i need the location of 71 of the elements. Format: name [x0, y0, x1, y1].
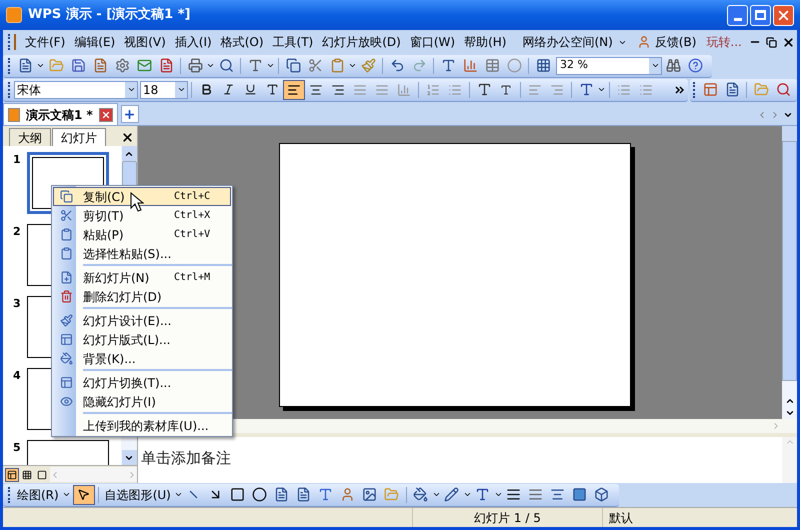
zoom-field[interactable]: 32 %: [556, 56, 662, 74]
menu-item[interactable]: 网络办公空间(N): [518, 33, 617, 51]
notes-scrollbar[interactable]: [782, 437, 797, 483]
mouse-cursor-icon: [130, 192, 144, 212]
menu-item[interactable]: 编辑(E): [70, 33, 120, 51]
menu-item[interactable]: 工具(T): [268, 33, 318, 51]
context-menu-item[interactable]: 隐藏幻灯片(I): [53, 392, 231, 411]
menu-item[interactable]: 格式(O): [216, 33, 268, 51]
panel-tab[interactable]: 大纲: [9, 128, 51, 146]
menu-item[interactable]: 反馈(B): [652, 33, 700, 51]
plus-icon: [123, 108, 136, 120]
previous-slide-icon[interactable]: [784, 396, 794, 406]
draw-menu[interactable]: 绘图(R): [14, 486, 62, 504]
menu-item[interactable]: 幻灯片放映(D): [318, 33, 405, 51]
hidden-slide-icon: [60, 395, 72, 408]
panel-tab[interactable]: 幻灯片: [52, 128, 106, 146]
close-tab-icon[interactable]: [98, 108, 113, 122]
maximize-button[interactable]: [750, 4, 771, 26]
context-menu-item[interactable]: 剪切(T) Ctrl+X: [53, 206, 231, 225]
menu-item[interactable]: 窗口(W): [406, 33, 460, 51]
select-pointer-icon[interactable]: [72, 484, 95, 504]
close-icon[interactable]: [121, 131, 134, 144]
notes-field[interactable]: 单击添加备注: [141, 449, 231, 467]
context-menu-item[interactable]: 删除幻灯片(D): [53, 287, 231, 306]
menu-item[interactable]: 插入(I): [170, 33, 216, 51]
delete-slide-icon: [60, 290, 72, 303]
close-document-icon[interactable]: [782, 36, 795, 48]
slide-number: 2: [12, 224, 22, 240]
context-menu-item[interactable]: 上传到我的素材库(U)...: [53, 416, 231, 435]
font-size-field[interactable]: 18: [140, 80, 188, 98]
context-menu-item[interactable]: 新幻灯片(N) Ctrl+M: [53, 268, 231, 287]
app-logo-icon: [6, 7, 22, 23]
context-menu-item[interactable]: 幻灯片设计(E)...: [53, 311, 231, 330]
align-left-icon[interactable]: [283, 80, 305, 100]
promo-link[interactable]: 玩转...: [700, 33, 748, 51]
slide-number: 4: [12, 368, 22, 384]
more-icon[interactable]: [675, 86, 684, 94]
menu-item[interactable]: 文件(F): [21, 33, 70, 51]
normal-view-icon[interactable]: [5, 468, 19, 482]
design-status: 默认: [608, 510, 634, 526]
context-menu-item[interactable]: 复制(C) Ctrl+C: [53, 187, 231, 206]
tab-list-icon[interactable]: [783, 110, 793, 120]
new-tab-button[interactable]: [120, 105, 139, 123]
menu-item[interactable]: 帮助(H): [460, 33, 510, 51]
copy-icon: [60, 190, 72, 203]
restore-document-icon[interactable]: [766, 36, 777, 48]
font-field[interactable]: 宋体: [14, 80, 138, 98]
autoshapes-menu[interactable]: 自选图形(U): [102, 486, 174, 504]
clipboard-icon: [60, 228, 72, 241]
context-menu-item[interactable]: 背景(K)...: [53, 349, 231, 368]
slide-number: 3: [12, 296, 22, 312]
context-menu-item[interactable]: 选择性粘贴(S)...: [53, 244, 231, 263]
document-tab[interactable]: 演示文稿1 *: [3, 103, 118, 125]
scissors-icon: [60, 209, 72, 222]
context-menu-item[interactable]: 幻灯片版式(L)...: [53, 330, 231, 349]
window-title: WPS 演示 - [演示文稿1 *]: [28, 6, 190, 24]
context-menu-item[interactable]: 幻灯片切换(T)...: [53, 373, 231, 392]
menu-item[interactable]: 视图(V): [120, 33, 170, 51]
next-slide-icon[interactable]: [784, 408, 794, 418]
new-slide-icon: [60, 271, 72, 284]
slide-status: 幻灯片 1 / 5: [413, 508, 603, 527]
close-button[interactable]: [773, 4, 794, 26]
vertical-scrollbar[interactable]: [782, 126, 797, 419]
slide-number: 1: [12, 152, 22, 168]
minimize-button[interactable]: [727, 4, 748, 26]
slide-number: 5: [12, 440, 22, 456]
paint-bucket-icon: [60, 352, 72, 365]
scroll-thumb[interactable]: [782, 141, 797, 381]
context-menu-item[interactable]: 粘贴(P) Ctrl+V: [53, 225, 231, 244]
layout-icon: [60, 333, 72, 346]
people-icon: [636, 35, 651, 49]
